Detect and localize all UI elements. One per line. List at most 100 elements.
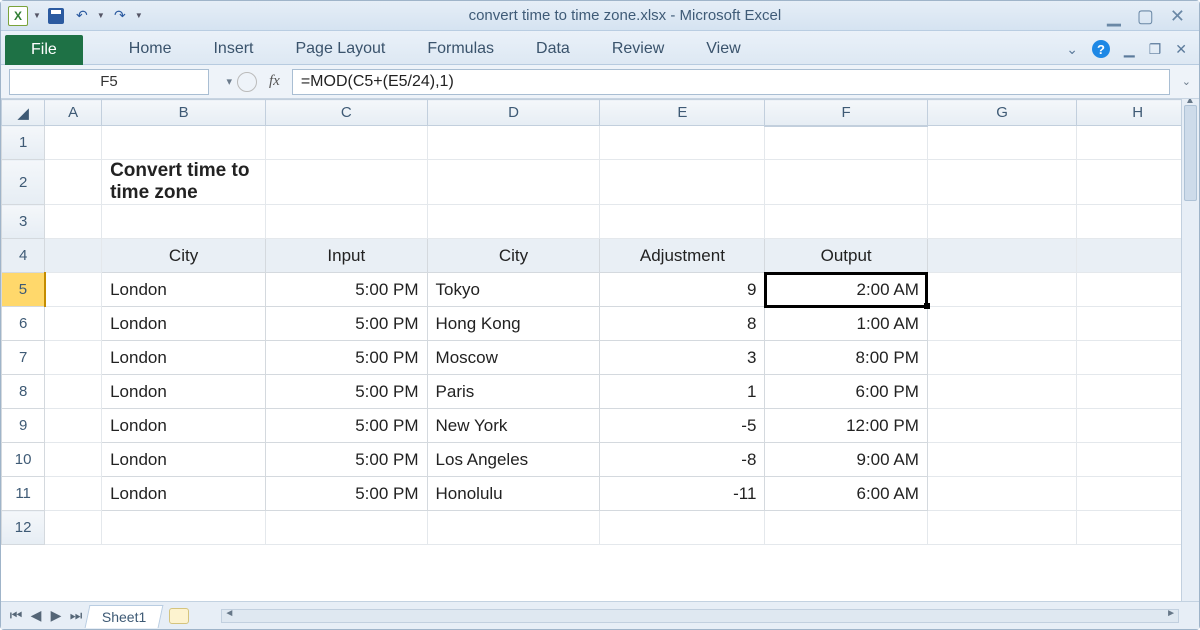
tab-view[interactable]: View — [702, 34, 744, 64]
cell[interactable]: 5:00 PM — [266, 341, 427, 375]
row-header[interactable]: 7 — [2, 341, 45, 375]
cell[interactable] — [102, 126, 266, 160]
cell[interactable] — [927, 477, 1076, 511]
cell[interactable]: New York — [427, 409, 600, 443]
row-header[interactable]: 11 — [2, 477, 45, 511]
cell[interactable]: 5:00 PM — [266, 375, 427, 409]
cancel-entry-icon[interactable] — [237, 72, 257, 92]
cell[interactable] — [266, 511, 427, 545]
cell[interactable]: 12:00 PM — [765, 409, 927, 443]
cell[interactable] — [102, 205, 266, 239]
row-header[interactable]: 9 — [2, 409, 45, 443]
cell[interactable] — [45, 443, 102, 477]
cell[interactable] — [266, 160, 427, 205]
first-sheet-icon[interactable]: ⏮ — [7, 607, 25, 624]
cell[interactable] — [927, 341, 1076, 375]
workbook-minimize-icon[interactable]: ▁ — [1124, 41, 1135, 58]
cell[interactable]: London — [102, 307, 266, 341]
col-header[interactable]: C — [266, 100, 427, 126]
cell[interactable] — [927, 307, 1076, 341]
cell[interactable]: Paris — [427, 375, 600, 409]
cell[interactable]: 5:00 PM — [266, 273, 427, 307]
file-tab[interactable]: File — [5, 35, 83, 65]
cell[interactable] — [45, 409, 102, 443]
row-header[interactable]: 1 — [2, 126, 45, 160]
prev-sheet-icon[interactable]: ◀ — [27, 607, 45, 624]
cell[interactable]: 6:00 AM — [765, 477, 927, 511]
cell[interactable]: 6:00 PM — [765, 375, 927, 409]
col-header[interactable]: F — [765, 100, 927, 126]
next-sheet-icon[interactable]: ▶ — [47, 607, 65, 624]
cell[interactable] — [600, 205, 765, 239]
sheet-tab[interactable]: Sheet1 — [85, 605, 164, 628]
fx-icon[interactable]: fx — [263, 73, 286, 90]
row-header[interactable]: 8 — [2, 375, 45, 409]
cell[interactable] — [927, 273, 1076, 307]
col-header[interactable]: D — [427, 100, 600, 126]
formula-input[interactable]: =MOD(C5+(E5/24),1) — [292, 69, 1170, 95]
cell[interactable]: London — [102, 477, 266, 511]
cell[interactable]: Output — [765, 239, 927, 273]
cell[interactable]: 3 — [600, 341, 765, 375]
cell[interactable]: -5 — [600, 409, 765, 443]
cell[interactable] — [600, 511, 765, 545]
qat-dropdown-icon[interactable]: ▼ — [33, 11, 41, 20]
cell[interactable] — [427, 205, 600, 239]
cell[interactable]: London — [102, 273, 266, 307]
cell[interactable]: London — [102, 409, 266, 443]
cell[interactable] — [427, 126, 600, 160]
col-header[interactable]: A — [45, 100, 102, 126]
vertical-scrollbar[interactable] — [1181, 99, 1199, 601]
cell[interactable]: Input — [266, 239, 427, 273]
row-header[interactable]: 4 — [2, 239, 45, 273]
help-icon[interactable]: ? — [1092, 40, 1110, 58]
cell[interactable] — [266, 205, 427, 239]
worksheet-grid[interactable]: ◢ A B C D E F G H 12Convert time to time… — [1, 99, 1199, 601]
workbook-close-icon[interactable]: ✕ — [1175, 41, 1187, 58]
cell[interactable] — [927, 375, 1076, 409]
cell[interactable] — [427, 511, 600, 545]
cell[interactable] — [765, 160, 927, 205]
workbook-restore-icon[interactable]: ❐ — [1149, 41, 1162, 58]
cell[interactable]: 2:00 AM — [765, 273, 927, 307]
cell[interactable]: London — [102, 341, 266, 375]
cell[interactable] — [45, 239, 102, 273]
col-header[interactable]: G — [927, 100, 1076, 126]
cell[interactable]: 9:00 AM — [765, 443, 927, 477]
cell[interactable] — [927, 160, 1076, 205]
cell[interactable]: 5:00 PM — [266, 477, 427, 511]
new-sheet-icon[interactable] — [169, 608, 189, 624]
cell[interactable]: City — [102, 239, 266, 273]
row-header[interactable]: 3 — [2, 205, 45, 239]
cell[interactable] — [427, 160, 600, 205]
cell[interactable] — [765, 126, 927, 160]
last-sheet-icon[interactable]: ⏭ — [67, 607, 85, 624]
cell[interactable]: Honolulu — [427, 477, 600, 511]
cell[interactable] — [927, 511, 1076, 545]
col-header[interactable]: B — [102, 100, 266, 126]
qat-customize-icon[interactable]: ▼ — [135, 11, 143, 20]
col-header[interactable]: E — [600, 100, 765, 126]
cell[interactable] — [765, 205, 927, 239]
cell[interactable] — [45, 341, 102, 375]
cell[interactable] — [45, 511, 102, 545]
undo-icon[interactable]: ↶ — [71, 5, 93, 27]
row-header[interactable]: 5 — [2, 273, 45, 307]
cell[interactable]: City — [427, 239, 600, 273]
cell[interactable] — [600, 126, 765, 160]
row-header[interactable]: 6 — [2, 307, 45, 341]
cell[interactable]: 8:00 PM — [765, 341, 927, 375]
cell[interactable]: Tokyo — [427, 273, 600, 307]
cell[interactable] — [45, 273, 102, 307]
tab-page-layout[interactable]: Page Layout — [291, 34, 389, 64]
cell[interactable] — [765, 511, 927, 545]
cell[interactable]: 9 — [600, 273, 765, 307]
name-box[interactable]: F5 — [9, 69, 209, 95]
tab-insert[interactable]: Insert — [209, 34, 257, 64]
cell[interactable] — [600, 160, 765, 205]
cell[interactable]: 1:00 AM — [765, 307, 927, 341]
maximize-icon[interactable]: ▢ — [1137, 7, 1154, 25]
row-header[interactable]: 12 — [2, 511, 45, 545]
cell[interactable] — [45, 307, 102, 341]
cell[interactable]: London — [102, 375, 266, 409]
